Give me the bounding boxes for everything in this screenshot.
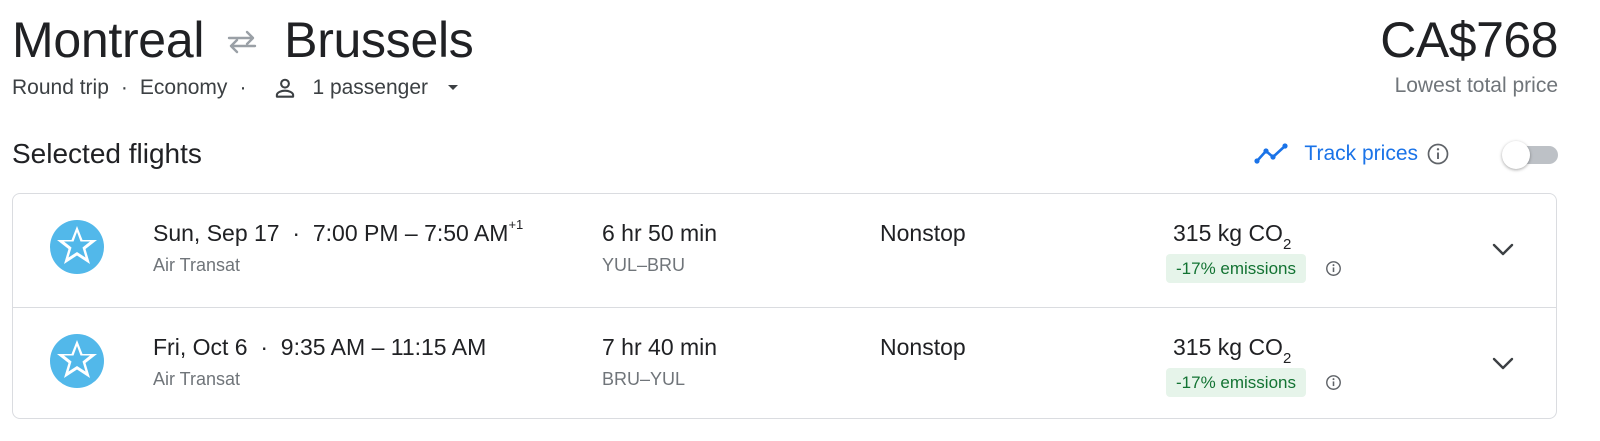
info-icon[interactable] (1325, 374, 1342, 391)
round-trip-arrows-icon (222, 22, 262, 62)
co2-amount: 315 kg CO2 (1173, 220, 1292, 253)
flight-duration: 7 hr 40 min (602, 334, 718, 360)
airline-name: Air Transat (153, 255, 241, 275)
airport-codes: YUL–BRU (602, 255, 686, 275)
airline-name: Air Transat (153, 369, 241, 389)
passenger-count: 1 passenger (312, 76, 429, 99)
emissions-badge: -17% emissions (1166, 254, 1306, 283)
info-icon[interactable] (1426, 142, 1450, 166)
co2-value: 315 kg CO (1173, 220, 1283, 246)
departure-arrival-times: 7:00 PM – 7:50 AM (312, 220, 509, 246)
chevron-down-icon[interactable] (1489, 236, 1517, 264)
separator-dot: · (292, 220, 301, 246)
air-transat-logo-icon (50, 220, 104, 274)
co2-amount: 315 kg CO2 (1173, 334, 1292, 367)
flight-date: Fri, Oct 6 (153, 334, 248, 360)
section-title: Selected flights (12, 138, 202, 169)
day-offset: +1 (508, 217, 524, 233)
flight-row[interactable]: Sun, Sep 17 · 7:00 PM – 7:50 AM+1 Air Tr… (13, 194, 1556, 307)
departure-arrival-times: 9:35 AM – 11:15 AM (280, 334, 487, 360)
route-header: Montreal Brussels (12, 10, 474, 70)
chevron-down-icon (446, 81, 460, 95)
trip-type: Round trip (12, 76, 109, 99)
trip-summary: Round trip · Economy · 1 passenger (12, 75, 460, 101)
price-summary: CA$768 Lowest total price (1380, 10, 1558, 98)
cabin-class: Economy (139, 76, 228, 99)
price-caption: Lowest total price (1394, 74, 1558, 97)
person-icon (276, 78, 295, 98)
track-prices-label[interactable]: Track prices (1304, 142, 1418, 166)
lowest-price: CA$768 (1380, 12, 1558, 68)
toggle-knob (1502, 141, 1530, 169)
flight-date: Sun, Sep 17 (153, 220, 280, 246)
passenger-selector[interactable]: 1 passenger (272, 75, 460, 101)
stops-info: Nonstop (880, 334, 966, 360)
emissions-badge: -17% emissions (1166, 368, 1306, 397)
trend-line-icon (1254, 143, 1289, 164)
track-prices-toggle[interactable] (1502, 141, 1558, 169)
flight-times: Sun, Sep 17 · 7:00 PM – 7:50 AM+1 (153, 217, 524, 247)
stops-info: Nonstop (880, 220, 966, 246)
flight-times: Fri, Oct 6 · 9:35 AM – 11:15 AM (153, 334, 486, 361)
separator-dot: · (260, 334, 269, 360)
origin-city: Montreal (12, 12, 205, 68)
separator-dot: · (239, 76, 247, 99)
chevron-down-icon[interactable] (1489, 350, 1517, 378)
co2-subscript: 2 (1282, 349, 1292, 367)
separator-dot: · (120, 76, 128, 99)
selected-flights-card: Sun, Sep 17 · 7:00 PM – 7:50 AM+1 Air Tr… (12, 193, 1557, 419)
co2-subscript: 2 (1282, 235, 1292, 253)
info-icon[interactable] (1325, 260, 1342, 277)
co2-value: 315 kg CO (1173, 334, 1283, 360)
air-transat-logo-icon (50, 334, 104, 388)
airport-codes: BRU–YUL (602, 369, 686, 389)
flight-row[interactable]: Fri, Oct 6 · 9:35 AM – 11:15 AM Air Tran… (13, 307, 1556, 421)
track-prices[interactable]: Track prices (1254, 142, 1450, 166)
flight-duration: 6 hr 50 min (602, 220, 718, 246)
destination-city: Brussels (284, 12, 474, 68)
